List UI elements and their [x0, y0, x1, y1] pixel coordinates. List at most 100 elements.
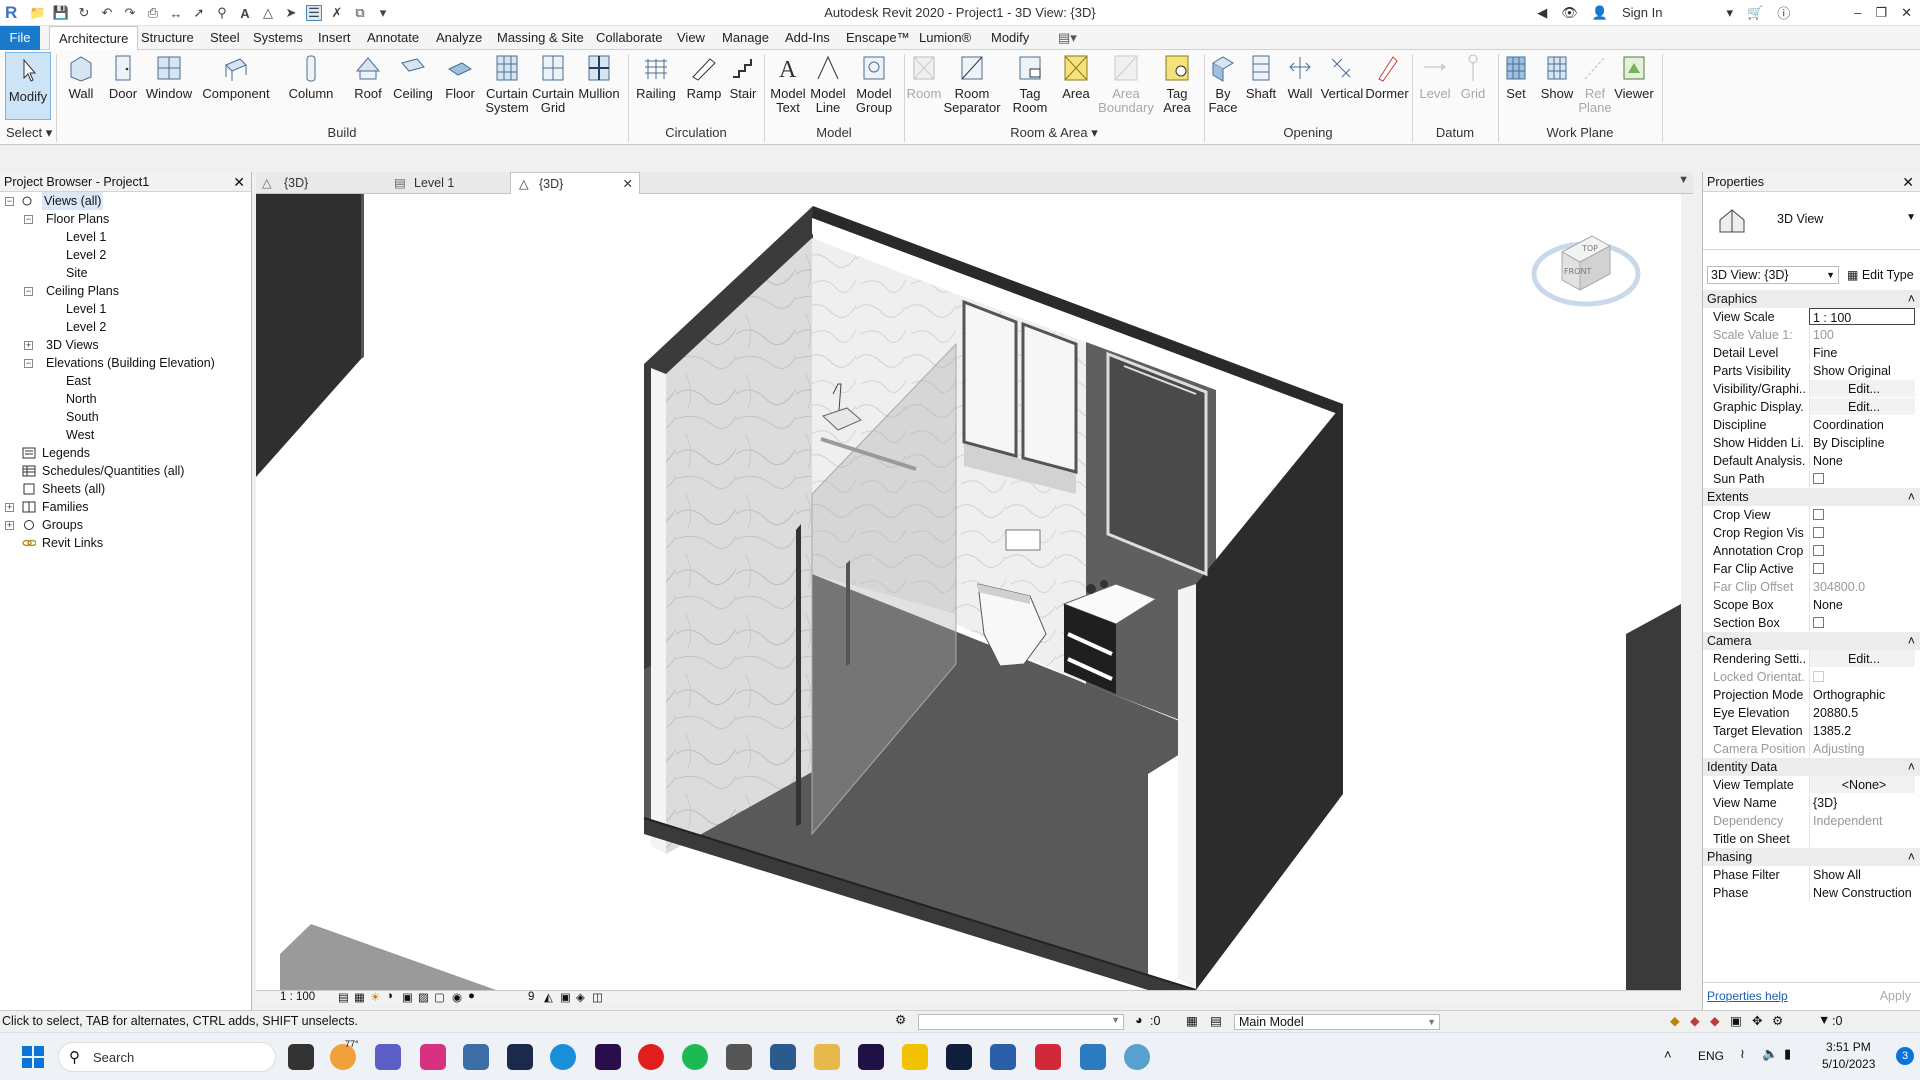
globe-app-icon[interactable]: [1124, 1044, 1150, 1070]
tab-collaborate[interactable]: Collaborate: [596, 26, 663, 50]
annotation-crop-checkbox[interactable]: [1813, 545, 1824, 557]
group-camera[interactable]: Camera ˄: [1703, 632, 1920, 650]
3dsmax-icon[interactable]: [1080, 1044, 1106, 1070]
railing-button[interactable]: Railing: [636, 53, 676, 101]
crop-icon[interactable]: ▨: [418, 990, 429, 1004]
door-button[interactable]: Door: [107, 53, 139, 101]
prop-value[interactable]: Fine: [1809, 344, 1915, 361]
model-text-button[interactable]: A Model Text: [768, 53, 808, 115]
ramp-button[interactable]: Ramp: [686, 53, 722, 101]
tab-level-1[interactable]: ▤ Level 1: [386, 172, 512, 194]
task-view-icon[interactable]: [288, 1044, 314, 1070]
prop-projection-mode[interactable]: Projection Mode Orthographic: [1703, 686, 1920, 704]
tree-item-south[interactable]: South: [66, 408, 99, 426]
spotify-icon[interactable]: [682, 1044, 708, 1070]
reveal-hidden-icon[interactable]: ◭: [544, 990, 553, 1004]
grid-button[interactable]: Grid: [1458, 53, 1488, 101]
tab-3d-view-active[interactable]: △ {3D} ✕: [510, 172, 640, 194]
tree-item-ceiling-plans[interactable]: Ceiling Plans: [46, 282, 119, 300]
select-by-face-icon[interactable]: ▣: [1730, 1013, 1742, 1028]
wifi-icon[interactable]: ≀: [1740, 1046, 1745, 1062]
prop-discipline[interactable]: Discipline Coordination: [1703, 416, 1920, 434]
tree-item-west[interactable]: West: [66, 426, 94, 444]
shadows-icon[interactable]: ◑: [386, 990, 393, 1002]
tab-file[interactable]: File: [0, 26, 40, 50]
autocad-icon[interactable]: [770, 1044, 796, 1070]
ref-plane-button[interactable]: Ref Plane: [1578, 53, 1612, 115]
drag-elements-icon[interactable]: ✥: [1752, 1013, 1762, 1028]
notification-badge[interactable]: 3: [1896, 1047, 1914, 1065]
by-face-button[interactable]: By Face: [1208, 53, 1238, 115]
premiere-icon[interactable]: [595, 1044, 621, 1070]
prop-value[interactable]: 1385.2: [1809, 722, 1915, 739]
collapse-icon[interactable]: −: [24, 215, 33, 224]
bathroom-3d-model[interactable]: [256, 194, 1681, 990]
area-boundary-button[interactable]: Area Boundary: [1098, 53, 1154, 115]
design-options-icon[interactable]: ▦: [1186, 1013, 1198, 1028]
prop-show-hidden-lines[interactable]: Show Hidden Li... By Discipline: [1703, 434, 1920, 452]
close-icon[interactable]: ✕: [1901, 5, 1912, 21]
opera-icon[interactable]: [638, 1044, 664, 1070]
close-tab-icon[interactable]: ✕: [623, 173, 633, 195]
teams-icon[interactable]: [375, 1044, 401, 1070]
user-icon[interactable]: 👤: [1592, 5, 1608, 21]
prop-value[interactable]: {3D}: [1809, 794, 1915, 811]
prop-eye-elevation[interactable]: Eye Elevation 20880.5: [1703, 704, 1920, 722]
tab-3d-view-1[interactable]: △ {3D}: [256, 172, 382, 194]
language-indicator[interactable]: ENG: [1698, 1049, 1724, 1063]
visual-style-icon[interactable]: ▦: [354, 990, 365, 1004]
tree-item-revit-links[interactable]: Revit Links: [42, 534, 103, 552]
after-effects-icon[interactable]: [858, 1044, 884, 1070]
tree-item-ceiling-level-2[interactable]: Level 2: [66, 318, 106, 336]
crop-view-checkbox[interactable]: [1813, 509, 1824, 521]
prop-value[interactable]: By Discipline: [1809, 434, 1915, 451]
background-process-icon[interactable]: ⚙: [1772, 1013, 1783, 1028]
stair-button[interactable]: Stair: [726, 53, 760, 101]
prop-value[interactable]: Show All: [1809, 866, 1915, 883]
tree-item-floor-level-1[interactable]: Level 1: [66, 228, 106, 246]
prop-crop-view[interactable]: Crop View: [1703, 506, 1920, 524]
prop-phase[interactable]: Phase New Construction: [1703, 884, 1920, 902]
collapse-icon[interactable]: −: [24, 359, 33, 368]
room-separator-button[interactable]: Room Separator: [943, 53, 1001, 115]
editable-only-icon[interactable]: ▤: [1210, 1013, 1222, 1028]
curtain-system-button[interactable]: Curtain System: [485, 53, 529, 115]
tab-analyze[interactable]: Analyze: [436, 26, 482, 50]
tree-item-site[interactable]: Site: [66, 264, 88, 282]
close-icon[interactable]: ✕: [1902, 172, 1914, 192]
chevron-down-icon[interactable]: ▾: [1726, 5, 1733, 21]
prop-crop-region-visible[interactable]: Crop Region Vis...: [1703, 524, 1920, 542]
tab-steel[interactable]: Steel: [210, 26, 240, 50]
close-icon[interactable]: ✕: [233, 172, 245, 192]
show-button[interactable]: Show: [1540, 53, 1574, 101]
tree-item-families[interactable]: Families: [42, 498, 89, 516]
expand-icon[interactable]: +: [24, 341, 33, 350]
render-icon[interactable]: ▣: [402, 990, 413, 1004]
tree-item-ceiling-level-1[interactable]: Level 1: [66, 300, 106, 318]
area-button[interactable]: Area: [1060, 53, 1092, 101]
level-button[interactable]: Level: [1419, 53, 1451, 101]
prop-value[interactable]: 1 : 100: [1809, 308, 1915, 325]
stocks-icon[interactable]: [463, 1044, 489, 1070]
prop-view-template[interactable]: View Template <None>: [1703, 776, 1920, 794]
file-explorer-icon[interactable]: [902, 1044, 928, 1070]
wall-button[interactable]: Wall: [66, 53, 96, 101]
tree-item-3d-views[interactable]: 3D Views: [46, 336, 99, 354]
prop-value[interactable]: Show Original: [1809, 362, 1915, 379]
temp-properties-icon[interactable]: ▣: [560, 990, 571, 1004]
properties-help-link[interactable]: Properties help: [1707, 989, 1788, 1003]
volume-icon[interactable]: 🔈: [1762, 1046, 1778, 1062]
sun-path-checkbox[interactable]: [1813, 473, 1824, 485]
viewcube[interactable]: TOP FRONT: [1526, 214, 1646, 314]
revit-taskbar-icon[interactable]: [990, 1044, 1016, 1070]
tab-structure[interactable]: Structure: [141, 26, 194, 50]
sketchup-icon[interactable]: [726, 1044, 752, 1070]
room-area-panel-label[interactable]: Room & Area ▾: [904, 125, 1204, 141]
tab-annotate[interactable]: Annotate: [367, 26, 419, 50]
tree-item-floor-plans[interactable]: Floor Plans: [46, 210, 109, 228]
photoshop-icon[interactable]: [946, 1044, 972, 1070]
battery-icon[interactable]: ▮: [1784, 1046, 1791, 1062]
vertical-button[interactable]: Vertical: [1320, 53, 1364, 101]
prop-value[interactable]: Orthographic: [1809, 686, 1915, 703]
tab-view[interactable]: View: [677, 26, 705, 50]
